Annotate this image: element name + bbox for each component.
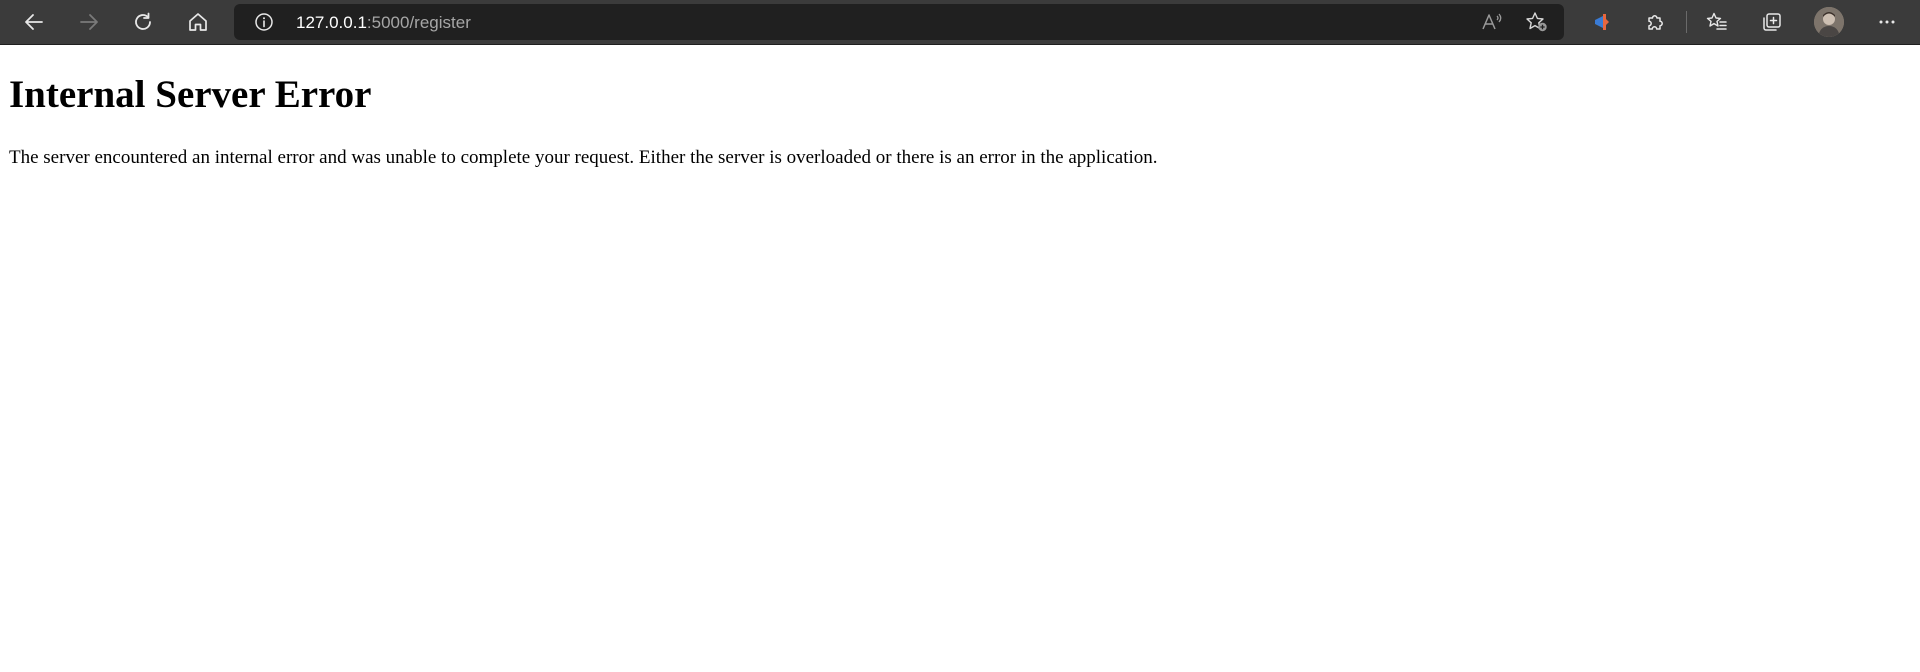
extension-button[interactable] [1582, 6, 1620, 38]
refresh-icon [135, 12, 151, 30]
favorites-button[interactable] [1698, 6, 1736, 38]
address-bar[interactable]: 127.0.0.1:5000/register [234, 4, 1564, 40]
browser-toolbar: 127.0.0.1:5000/register [0, 0, 1920, 45]
error-heading: Internal Server Error [9, 73, 372, 116]
star-add-icon [1526, 12, 1547, 32]
extension-pin-icon [1595, 14, 1609, 30]
more-icon [1879, 20, 1895, 24]
forward-button[interactable] [70, 6, 108, 38]
puzzle-icon [1648, 15, 1663, 30]
error-message: The server encountered an internal error… [9, 147, 1158, 168]
page-content: Internal Server Error The server encount… [0, 45, 1920, 672]
url-text[interactable]: 127.0.0.1:5000/register [296, 13, 471, 33]
back-button[interactable] [15, 6, 53, 38]
url-path: :5000/register [366, 13, 471, 32]
favorites-list-icon [1706, 12, 1727, 30]
avatar[interactable] [1814, 7, 1844, 37]
menu-button[interactable] [1868, 6, 1906, 38]
home-icon [189, 13, 207, 31]
extensions-button[interactable] [1636, 6, 1674, 38]
read-aloud-icon [1482, 13, 1502, 30]
refresh-button[interactable] [124, 6, 162, 38]
add-favorite-button[interactable] [1524, 10, 1550, 34]
collections-icon [1763, 13, 1781, 31]
arrow-right-icon [80, 14, 98, 30]
home-button[interactable] [179, 6, 217, 38]
browser-window: 127.0.0.1:5000/register Internal Server … [0, 0, 1920, 672]
info-icon[interactable] [254, 12, 274, 32]
arrow-left-icon [25, 14, 43, 30]
collections-button[interactable] [1753, 6, 1791, 38]
toolbar-divider [1686, 11, 1687, 33]
read-aloud-button[interactable] [1479, 10, 1505, 34]
url-host: 127.0.0.1 [296, 13, 367, 32]
